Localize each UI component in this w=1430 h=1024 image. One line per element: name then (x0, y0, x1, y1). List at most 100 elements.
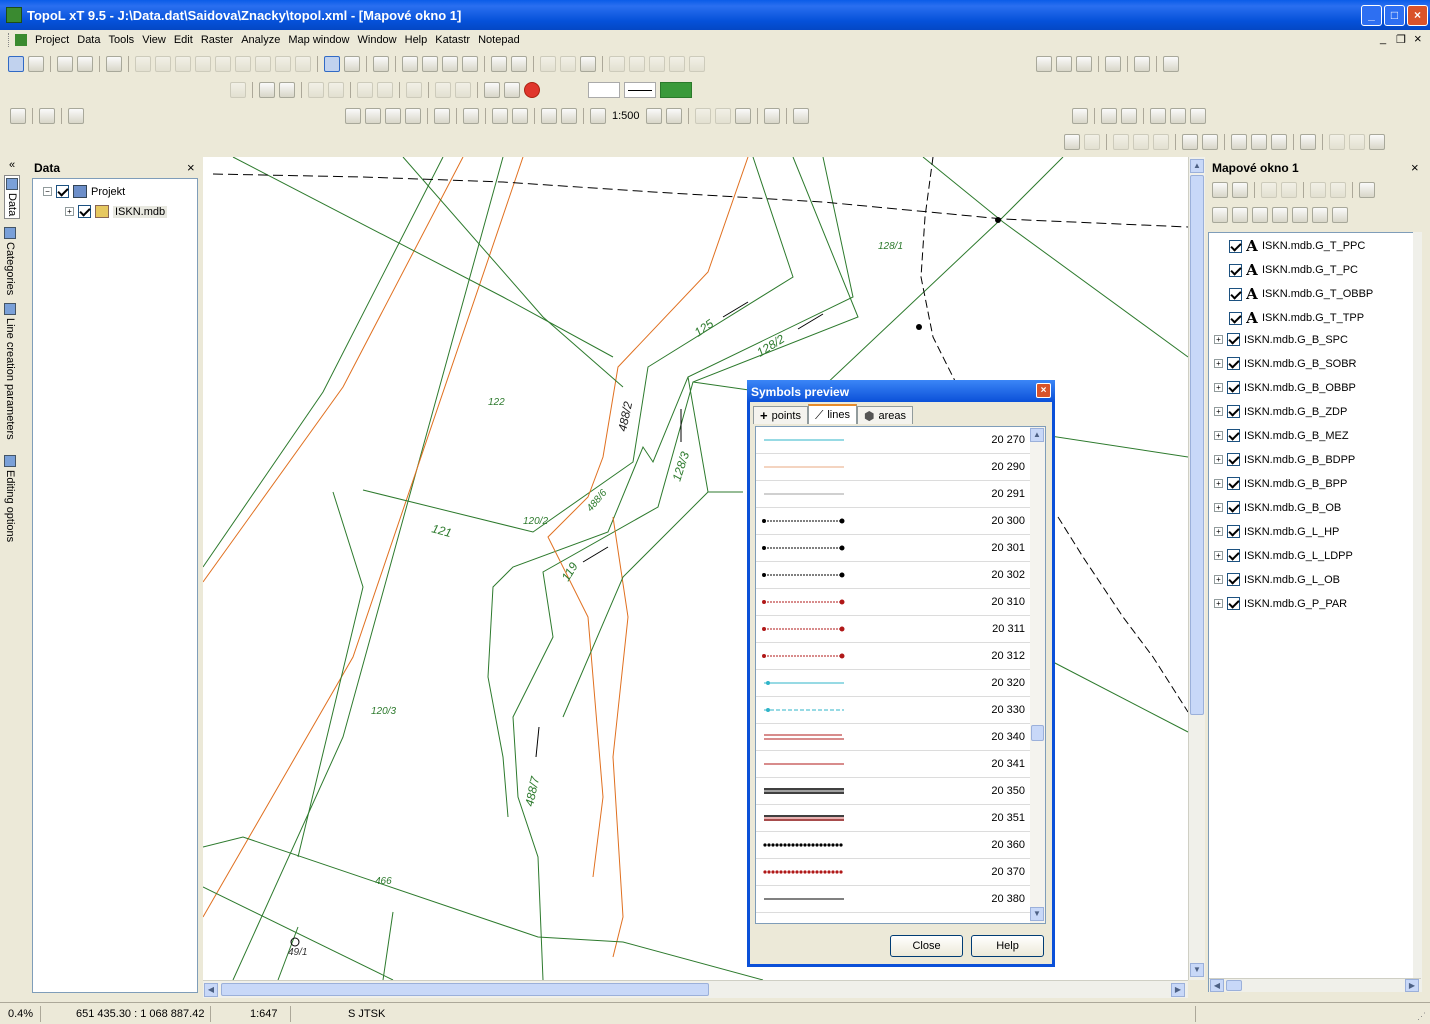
layer-expander[interactable]: + (1214, 575, 1223, 584)
layer-props-icon[interactable] (1310, 182, 1326, 198)
tree-item-projekt[interactable]: − Projekt (43, 185, 125, 198)
vertex-b-icon[interactable] (1084, 134, 1100, 150)
layer-expander[interactable]: + (1214, 335, 1223, 344)
layer-delete-icon[interactable] (1212, 207, 1228, 223)
print-icon[interactable] (434, 108, 450, 124)
layer-item[interactable]: + ISKN.mdb.G_L_OB (1214, 573, 1340, 586)
add-green-icon[interactable] (1101, 108, 1117, 124)
menu-map-window[interactable]: Map window (284, 34, 353, 46)
list-icon[interactable] (344, 56, 360, 72)
zoom-plus-icon[interactable] (541, 108, 557, 124)
unlink-icon[interactable] (560, 56, 576, 72)
layer-expander[interactable]: + (1214, 359, 1223, 368)
mdi-minimize-button[interactable]: _ (1380, 33, 1386, 45)
symbol-row[interactable]: 20 301 (756, 535, 1031, 562)
symbol-row[interactable]: 20 360 (756, 832, 1031, 859)
forward-arrow-icon[interactable] (714, 108, 731, 124)
tool-j-icon[interactable] (629, 56, 645, 72)
layer-area-icon[interactable] (1272, 207, 1288, 223)
layer-bulb-off-icon[interactable] (1281, 182, 1297, 198)
tree-view-icon[interactable] (324, 56, 340, 72)
symbol-row[interactable]: 20 291 (756, 481, 1031, 508)
scroll-thumb[interactable] (1226, 980, 1242, 991)
scroll-left-icon[interactable]: ◀ (1210, 979, 1224, 992)
layers-a-icon[interactable] (1182, 134, 1198, 150)
layer-expander[interactable]: + (1214, 599, 1223, 608)
symbol-row[interactable]: 20 330 (756, 697, 1031, 724)
scroll-up-icon[interactable]: ▲ (1030, 428, 1044, 442)
layer-checkbox[interactable] (1229, 239, 1242, 253)
scale-select[interactable]: 1:500 (610, 110, 642, 122)
palette-icon[interactable] (1036, 56, 1052, 72)
maximize-button[interactable]: □ (1384, 5, 1405, 26)
layers-horizontal-scrollbar[interactable]: ◀ ▶ (1209, 978, 1421, 992)
text-a-icon[interactable] (1329, 134, 1345, 150)
move-icon[interactable] (1121, 108, 1137, 124)
text-c-icon[interactable] (1369, 134, 1385, 150)
node-a-icon[interactable] (1231, 134, 1247, 150)
layer-expander[interactable]: + (1214, 431, 1223, 440)
menu-help[interactable]: Help (401, 34, 432, 46)
layer-checkbox[interactable] (1227, 597, 1240, 610)
layer-checkbox[interactable] (1227, 405, 1240, 418)
frame-a-icon[interactable] (1113, 134, 1129, 150)
mdi-close-button[interactable]: × (1414, 31, 1422, 46)
layer-item[interactable]: A ISKN.mdb.G_T_PC (1229, 261, 1358, 279)
menu-katastr[interactable]: Katastr (431, 34, 474, 46)
layer-item[interactable]: + ISKN.mdb.G_B_BPP (1214, 477, 1347, 490)
layer-expander[interactable]: + (1214, 551, 1223, 560)
map-icon[interactable] (1072, 108, 1088, 124)
document-icon[interactable] (15, 34, 27, 46)
sort-icon[interactable] (175, 56, 191, 72)
layer-remove-icon[interactable] (1330, 182, 1346, 198)
minimize-button[interactable]: _ (1361, 5, 1382, 26)
folder-open-icon[interactable] (580, 56, 596, 72)
tool-e-icon[interactable] (235, 56, 251, 72)
layer-item[interactable]: + ISKN.mdb.G_B_SPC (1214, 333, 1348, 346)
symbol-row[interactable]: 20 302 (756, 562, 1031, 589)
layer-expander[interactable]: + (1214, 527, 1223, 536)
symbol-row[interactable]: 20 300 (756, 508, 1031, 535)
tool-f-icon[interactable] (255, 56, 271, 72)
db-query-icon[interactable] (68, 108, 84, 124)
new-icon[interactable] (345, 108, 361, 124)
symbol-row[interactable]: 20 311 (756, 616, 1031, 643)
scroll-thumb[interactable] (1190, 175, 1204, 715)
tab-categories[interactable]: Categories (4, 227, 16, 295)
layer-expander[interactable]: + (1214, 479, 1223, 488)
layer-item[interactable]: + ISKN.mdb.G_B_SOBR (1214, 357, 1357, 370)
symbol-row[interactable]: 20 310 (756, 589, 1031, 616)
grid-icon[interactable] (491, 56, 507, 72)
tool-o-icon[interactable] (1076, 56, 1092, 72)
stop-icon[interactable] (524, 82, 540, 98)
layer-checkbox[interactable] (1227, 477, 1240, 490)
map-horizontal-scrollbar[interactable]: ◀ ▶ (203, 980, 1188, 998)
layer-expander[interactable]: + (1214, 455, 1223, 464)
scroll-thumb[interactable] (1031, 725, 1044, 741)
menu-raster[interactable]: Raster (197, 34, 237, 46)
dialog-close-icon[interactable]: × (1036, 383, 1051, 398)
symbol-row[interactable]: 20 312 (756, 643, 1031, 670)
tool-m-icon[interactable] (689, 56, 705, 72)
symbol-row[interactable]: 20 380 (756, 886, 1031, 913)
symbol-row[interactable]: 20 290 (756, 454, 1031, 481)
tool-a-icon[interactable] (135, 56, 151, 72)
tool-i-icon[interactable] (609, 56, 625, 72)
back-arrow-icon[interactable] (694, 108, 711, 124)
layer-checkbox[interactable] (1227, 333, 1240, 346)
layer-item[interactable]: A ISKN.mdb.G_T_OBBP (1229, 285, 1373, 303)
tool-h-icon[interactable] (295, 56, 311, 72)
layer-text-icon[interactable] (1292, 207, 1308, 223)
layer-import-icon[interactable] (1232, 182, 1248, 198)
layer-bulb-icon[interactable] (1261, 182, 1277, 198)
tool-l-icon[interactable] (669, 56, 685, 72)
tab-points[interactable]: + points (753, 406, 808, 424)
layer-raster-icon[interactable] (1312, 207, 1328, 223)
layer-refresh-icon[interactable] (1212, 182, 1228, 198)
layer-checkbox[interactable] (1227, 381, 1240, 394)
cut-icon[interactable] (484, 82, 500, 98)
layer-point-icon[interactable] (1232, 207, 1248, 223)
menu-project[interactable]: Project (31, 34, 73, 46)
layer-checkbox[interactable] (1229, 311, 1242, 325)
tree-checkbox[interactable] (56, 185, 69, 198)
